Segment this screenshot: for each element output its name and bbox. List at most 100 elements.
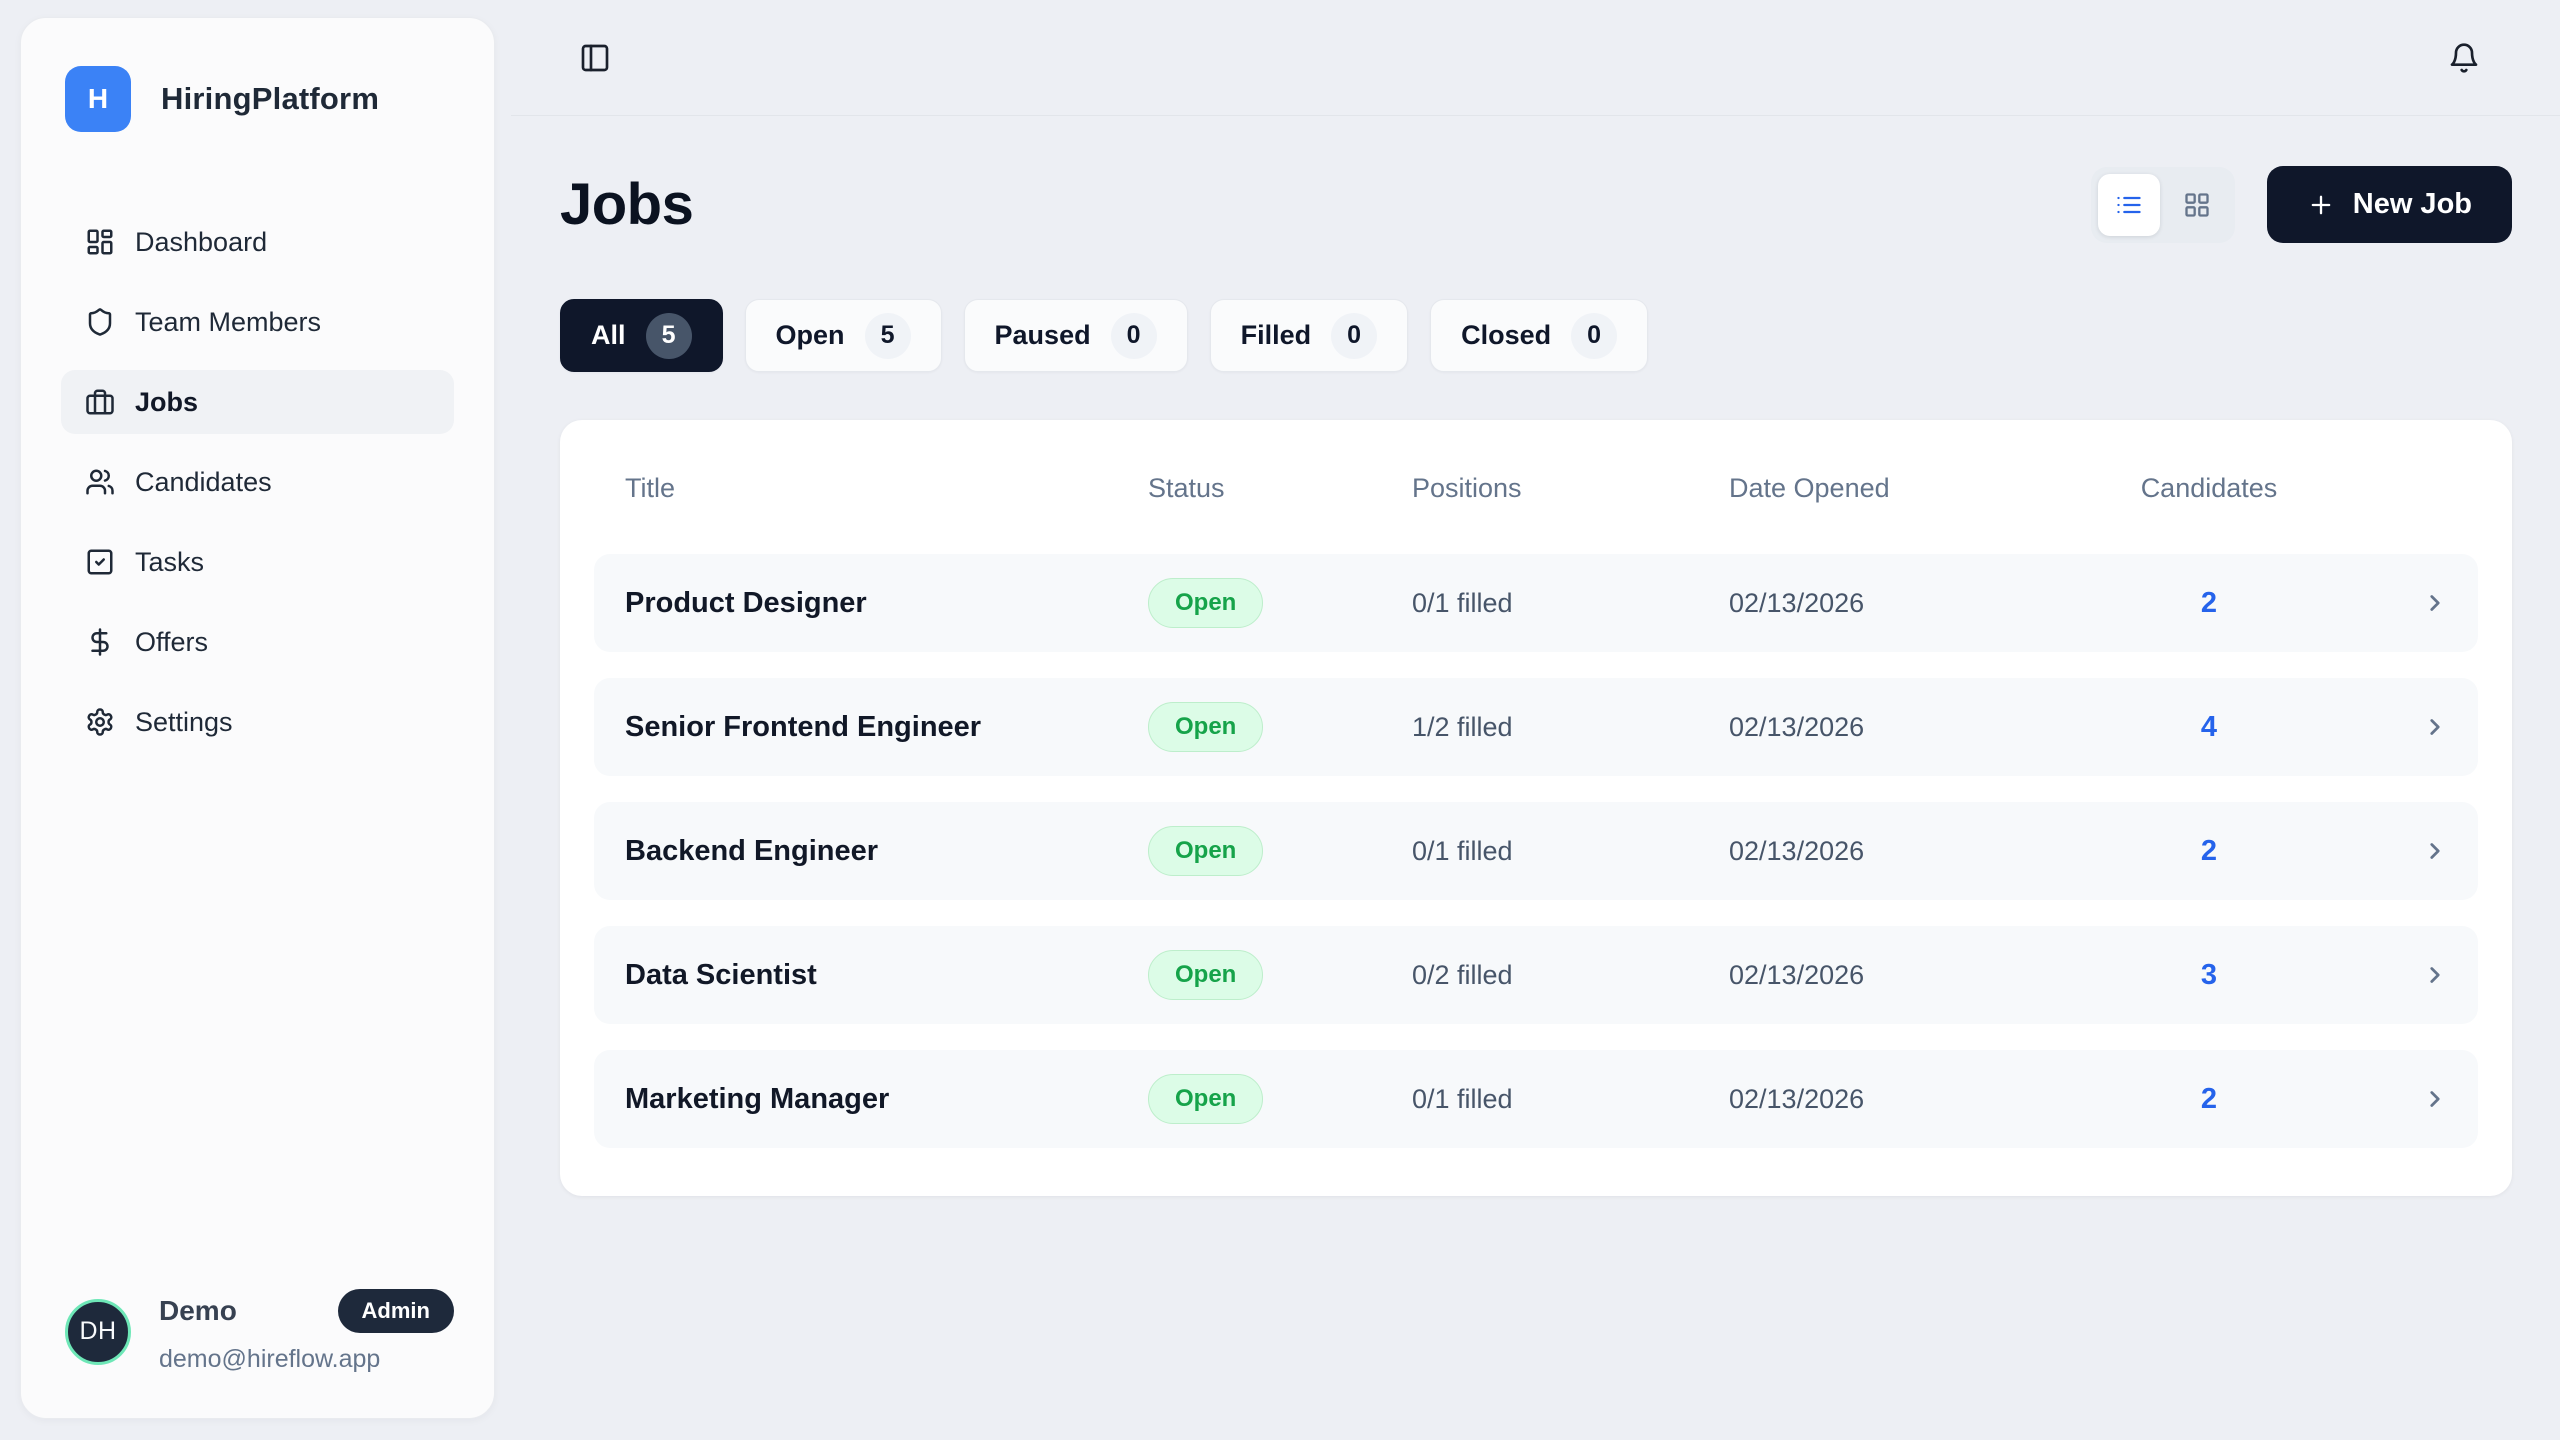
column-header-candidates: Candidates — [2128, 473, 2290, 504]
list-view-button[interactable] — [2098, 174, 2160, 236]
chevron-right-icon[interactable] — [2290, 838, 2448, 864]
new-job-button[interactable]: New Job — [2267, 166, 2512, 243]
sidebar-user-card[interactable]: DH Demo Admin demo@hireflow.app — [21, 1289, 494, 1418]
job-status-cell: Open — [1148, 950, 1412, 1000]
filter-tab-open[interactable]: Open 5 — [745, 299, 942, 372]
user-name: Demo — [159, 1295, 237, 1327]
sidebar-item-label: Candidates — [135, 467, 272, 498]
job-date-opened: 02/13/2026 — [1729, 836, 2128, 867]
sidebar-item-candidates[interactable]: Candidates — [61, 450, 454, 514]
column-header-status: Status — [1148, 473, 1412, 504]
title-row: Jobs — [560, 166, 2512, 243]
column-header-date-opened: Date Opened — [1729, 473, 2128, 504]
job-status-cell: Open — [1148, 578, 1412, 628]
sidebar-item-label: Team Members — [135, 307, 321, 338]
table-row[interactable]: Data Scientist Open 0/2 filled 02/13/202… — [594, 926, 2478, 1024]
filter-count-badge: 0 — [1331, 313, 1377, 359]
chevron-right-icon[interactable] — [2290, 1086, 2448, 1112]
filter-tab-closed[interactable]: Closed 0 — [1430, 299, 1648, 372]
avatar: DH — [65, 1299, 131, 1365]
table-row[interactable]: Marketing Manager Open 0/1 filled 02/13/… — [594, 1050, 2478, 1148]
table-row[interactable]: Backend Engineer Open 0/1 filled 02/13/2… — [594, 802, 2478, 900]
filter-tab-paused[interactable]: Paused 0 — [964, 299, 1188, 372]
view-toggle — [2091, 167, 2235, 243]
sidebar-item-label: Dashboard — [135, 227, 267, 258]
brand-logo-icon: H — [65, 66, 131, 132]
status-badge: Open — [1148, 950, 1263, 1000]
job-positions: 1/2 filled — [1412, 712, 1729, 743]
content: Jobs — [511, 116, 2560, 1196]
bell-icon — [2448, 42, 2480, 74]
job-candidates-count[interactable]: 2 — [2128, 587, 2290, 620]
panel-left-icon — [579, 42, 611, 74]
job-title: Backend Engineer — [625, 835, 1148, 868]
job-status-cell: Open — [1148, 1074, 1412, 1124]
filter-count-badge: 0 — [1111, 313, 1157, 359]
status-badge: Open — [1148, 702, 1263, 752]
job-candidates-count[interactable]: 2 — [2128, 835, 2290, 868]
sidebar: H HiringPlatform Dashboard Team Members — [20, 17, 495, 1419]
sidebar-nav: Dashboard Team Members Jobs — [21, 210, 494, 754]
job-date-opened: 02/13/2026 — [1729, 1084, 2128, 1115]
sidebar-item-label: Jobs — [135, 387, 198, 418]
status-badge: Open — [1148, 826, 1263, 876]
table-header-row: Title Status Positions Date Opened Candi… — [594, 460, 2478, 516]
notifications-button[interactable] — [2444, 38, 2484, 78]
user-info: Demo Admin demo@hireflow.app — [159, 1289, 454, 1374]
title-actions: New Job — [2091, 166, 2512, 243]
filter-label: Paused — [995, 320, 1091, 351]
job-title: Senior Frontend Engineer — [625, 711, 1148, 744]
sidebar-item-dashboard[interactable]: Dashboard — [61, 210, 454, 274]
jobs-table-card: Title Status Positions Date Opened Candi… — [560, 420, 2512, 1196]
chevron-right-icon[interactable] — [2290, 962, 2448, 988]
sidebar-item-settings[interactable]: Settings — [61, 690, 454, 754]
grid-view-button[interactable] — [2166, 174, 2228, 236]
filter-label: All — [591, 320, 626, 351]
sidebar-item-team-members[interactable]: Team Members — [61, 290, 454, 354]
list-icon — [2115, 191, 2143, 219]
chevron-right-icon[interactable] — [2290, 590, 2448, 616]
sidebar-item-label: Settings — [135, 707, 233, 738]
page-title: Jobs — [560, 171, 693, 238]
users-icon — [85, 467, 115, 497]
table-row[interactable]: Senior Frontend Engineer Open 1/2 filled… — [594, 678, 2478, 776]
job-status-cell: Open — [1148, 702, 1412, 752]
check-square-icon — [85, 547, 115, 577]
new-job-label: New Job — [2353, 188, 2472, 221]
brand: H HiringPlatform — [21, 18, 494, 132]
chevron-right-icon[interactable] — [2290, 714, 2448, 740]
table-row[interactable]: Product Designer Open 0/1 filled 02/13/2… — [594, 554, 2478, 652]
job-title: Data Scientist — [625, 959, 1148, 992]
filter-tab-all[interactable]: All 5 — [560, 299, 723, 372]
sidebar-toggle-button[interactable] — [575, 38, 615, 78]
app: H HiringPlatform Dashboard Team Members — [0, 0, 2560, 1440]
job-candidates-count[interactable]: 4 — [2128, 711, 2290, 744]
user-email: demo@hireflow.app — [159, 1345, 454, 1374]
plus-icon — [2307, 191, 2335, 219]
job-date-opened: 02/13/2026 — [1729, 588, 2128, 619]
filter-tab-filled[interactable]: Filled 0 — [1210, 299, 1409, 372]
job-positions: 0/2 filled — [1412, 960, 1729, 991]
sidebar-item-tasks[interactable]: Tasks — [61, 530, 454, 594]
status-badge: Open — [1148, 578, 1263, 628]
job-positions: 0/1 filled — [1412, 1084, 1729, 1115]
column-header-positions: Positions — [1412, 473, 1729, 504]
shield-icon — [85, 307, 115, 337]
job-candidates-count[interactable]: 2 — [2128, 1083, 2290, 1116]
job-candidates-count[interactable]: 3 — [2128, 959, 2290, 992]
filter-count-badge: 5 — [646, 313, 692, 359]
topbar — [511, 0, 2560, 116]
job-status-cell: Open — [1148, 826, 1412, 876]
job-positions: 0/1 filled — [1412, 588, 1729, 619]
filter-count-badge: 0 — [1571, 313, 1617, 359]
job-positions: 0/1 filled — [1412, 836, 1729, 867]
job-title: Product Designer — [625, 587, 1148, 620]
sidebar-item-offers[interactable]: Offers — [61, 610, 454, 674]
brand-name: HiringPlatform — [161, 81, 379, 117]
main-area: Jobs — [511, 0, 2560, 1440]
sidebar-item-label: Tasks — [135, 547, 204, 578]
sidebar-column: H HiringPlatform Dashboard Team Members — [0, 0, 511, 1440]
job-title: Marketing Manager — [625, 1083, 1148, 1116]
sidebar-item-jobs[interactable]: Jobs — [61, 370, 454, 434]
filter-label: Open — [776, 320, 845, 351]
